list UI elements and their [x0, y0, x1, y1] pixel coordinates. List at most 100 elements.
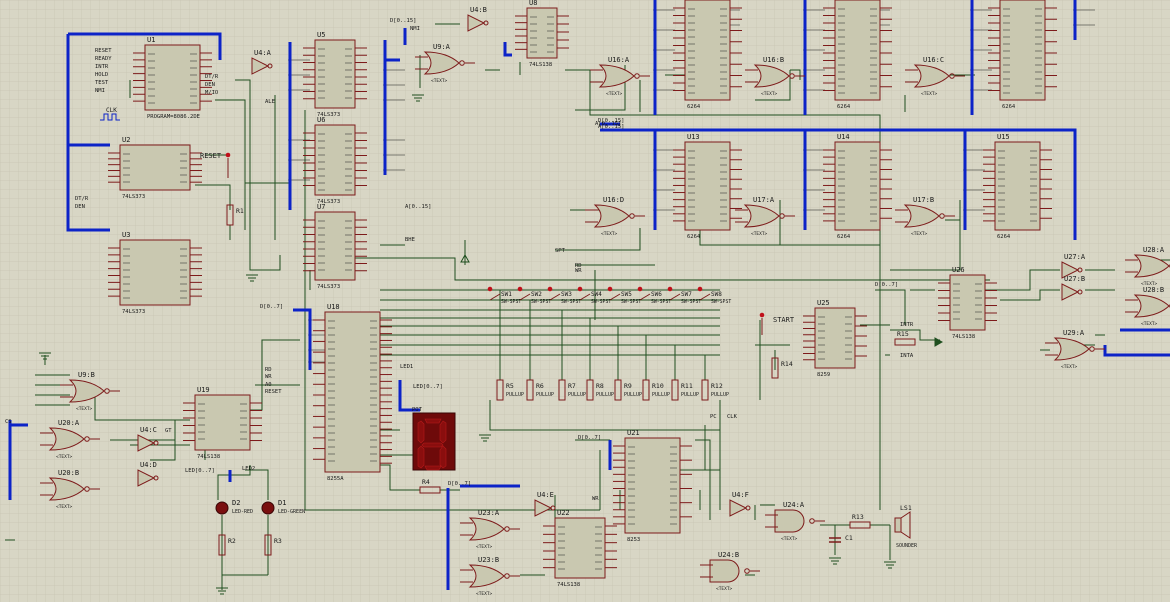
latch-u7-label: U7 [317, 203, 325, 211]
gate-u16b-text: <TEXT> [761, 91, 778, 97]
gate-u9a-label: U9:A [433, 43, 451, 51]
segment [424, 418, 442, 424]
switch-type: SW-SPST [621, 299, 641, 305]
gate-body [774, 509, 805, 533]
net-label: LED[0..7] [413, 384, 443, 390]
gate-u16d-label: U16:D [603, 196, 624, 204]
decoder-u26-type: 74LS138 [952, 334, 975, 340]
switch-type: SW-SPST [681, 299, 701, 305]
net-label: READY [95, 56, 112, 62]
gate-u16a-label: U16:A [608, 56, 630, 64]
timer-u21-label: U21 [627, 429, 640, 437]
net-label: LED1 [400, 364, 413, 370]
resistor-r15-label: R15 [897, 330, 909, 338]
net-label: PC [710, 414, 717, 420]
resistor-r6-label: R6 [536, 382, 544, 390]
resistor-r10-value: PULLUP [652, 392, 670, 398]
gate-u20b-label: U20:B [58, 469, 79, 477]
led-body [261, 501, 275, 515]
segment [439, 420, 447, 444]
net-label: NMI [95, 88, 105, 94]
net-label: RESET [95, 48, 112, 54]
gate-u17a-label: U17:A [753, 196, 775, 204]
switch-type: SW-SPST [561, 299, 581, 305]
net-label: WR [265, 374, 272, 380]
net-label: SPT [555, 248, 566, 254]
switch-label: SW6 [651, 291, 662, 298]
gate-u24b-text: <TEXT> [716, 586, 733, 592]
resistor-r13-label: R13 [852, 513, 864, 521]
gate-u24a-text: <TEXT> [781, 536, 798, 542]
net-label: POT [412, 407, 423, 413]
gate-u17b-text: <TEXT> [911, 231, 928, 237]
cpu-u1: U1 PROGRAM=8086.2DE [133, 36, 212, 120]
chip-body [314, 124, 356, 196]
decoder-u8-label: U8 [529, 0, 537, 7]
net-label: INTA [900, 353, 914, 359]
latch-u3-type: 74LS373 [122, 309, 145, 315]
decoder-u19: U19 74LS138 [183, 386, 262, 460]
chip-body [624, 437, 681, 534]
net-label: DT/R [75, 196, 89, 202]
gate-u16c-label: U16:C [923, 56, 944, 64]
resistor-r8-value: PULLUP [596, 392, 614, 398]
latch-u2-label: U2 [122, 136, 130, 144]
gate-u23b-label: U23:B [478, 556, 499, 564]
ppi-u18: U18 8255A [313, 303, 392, 482]
net-label: CLK [727, 414, 738, 420]
gate-u16b-label: U16:B [763, 56, 784, 64]
cpu-u1-type: PROGRAM=8086.2DE [147, 114, 200, 120]
resistor-r1-label: R1 [236, 207, 244, 215]
ram-u13-label: U13 [687, 133, 700, 141]
switch-label: SW3 [561, 291, 572, 298]
net-label: BHE [405, 237, 415, 243]
led-type: LED-RED [232, 509, 253, 515]
net-label: LED[0..7] [185, 468, 215, 474]
net-label: WR [575, 268, 582, 274]
net-label: M/IO [205, 90, 218, 96]
resistor-r8-label: R8 [596, 382, 604, 390]
gate-u24b-label: U24:B [718, 551, 739, 559]
led-body [215, 501, 229, 515]
net-label: A0 [265, 382, 272, 388]
gate-u29a-label: U29:A [1063, 329, 1085, 337]
probe-dot [517, 286, 523, 292]
resistor-r12-value: PULLUP [711, 392, 729, 398]
net-label: NMI [410, 26, 420, 32]
ram-u15-type: 6264 [997, 234, 1011, 240]
switch-type: SW-SPST [591, 299, 611, 305]
switch-type: SW-SPST [711, 299, 731, 305]
resistor-r14-label: R14 [781, 360, 793, 368]
net-label: DEN [205, 82, 215, 88]
probe-dot [607, 286, 613, 292]
pic-u25-type: 8259 [817, 372, 830, 378]
gate-u23a-label: U23:A [478, 509, 500, 517]
gate-u20a-label: U20:A [58, 419, 80, 427]
switch-label: SW7 [681, 291, 692, 298]
resistor-r12-label: R12 [711, 382, 723, 390]
gate-u17a-text: <TEXT> [751, 231, 768, 237]
chip-body [834, 0, 881, 101]
timer-u21-type: 8253 [627, 537, 640, 543]
latch-u6-label: U6 [317, 116, 325, 124]
latch-u5-label: U5 [317, 31, 325, 39]
net-label: WR [592, 496, 599, 502]
net-label: LED2 [242, 466, 255, 472]
switch-label: SW4 [591, 291, 602, 298]
ram-u12c-type: 6264 [1002, 104, 1016, 110]
resistor-r10-label: R10 [652, 382, 664, 390]
segment [424, 465, 442, 471]
chip-body [194, 394, 251, 451]
gate-u20a-text: <TEXT> [56, 454, 73, 460]
chip-body [119, 144, 191, 191]
latch-u2-type: 74LS373 [122, 194, 145, 200]
net-label: HOLD [95, 72, 108, 78]
decoder-u22-label: U22 [557, 509, 570, 517]
segment [417, 420, 425, 444]
probe-dot [487, 286, 493, 292]
net-label: RD [265, 367, 272, 373]
decoder-u19-label: U19 [197, 386, 210, 394]
segment [417, 445, 425, 469]
switch-label: SW1 [501, 291, 512, 298]
schematic-canvas: U1 PROGRAM=8086.2DE U2 74LS373 U3 74LS373 U5 74… [0, 0, 1170, 602]
